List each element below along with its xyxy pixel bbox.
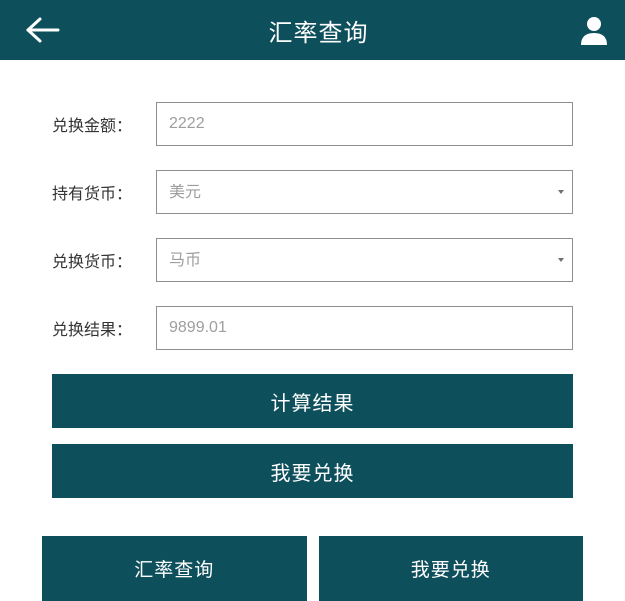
nav-rate-query[interactable]: 汇率查询 — [42, 536, 307, 601]
calculate-button[interactable]: 计算结果 — [52, 374, 573, 428]
form-area: 兑换金额： 持有货币： 美元 兑换货币： 马币 兑换结果： 计算结果 我要兑换 — [0, 60, 625, 498]
from-currency-select[interactable]: 美元 — [156, 170, 573, 214]
nav-divider — [307, 536, 319, 601]
exchange-button[interactable]: 我要兑换 — [52, 444, 573, 498]
row-from-currency: 持有货币： 美元 — [52, 170, 573, 214]
row-result: 兑换结果： — [52, 306, 573, 350]
app-header: 汇率查询 — [0, 0, 625, 60]
label-amount: 兑换金额： — [52, 112, 156, 136]
label-result: 兑换结果： — [52, 316, 156, 340]
page-title: 汇率查询 — [60, 13, 577, 48]
nav-want-exchange[interactable]: 我要兑换 — [319, 536, 584, 601]
profile-icon[interactable] — [577, 13, 611, 47]
result-input[interactable] — [156, 306, 573, 350]
back-arrow-icon[interactable] — [24, 16, 60, 44]
row-amount: 兑换金额： — [52, 102, 573, 146]
amount-input[interactable] — [156, 102, 573, 146]
row-to-currency: 兑换货币： 马币 — [52, 238, 573, 282]
to-currency-select[interactable]: 马币 — [156, 238, 573, 282]
label-from-currency: 持有货币： — [52, 180, 156, 204]
label-to-currency: 兑换货币： — [52, 248, 156, 272]
bottom-nav: 汇率查询 我要兑换 — [42, 536, 583, 601]
